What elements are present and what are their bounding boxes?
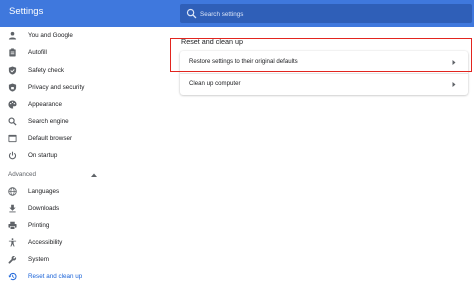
sidebar-item-appearance[interactable]: Appearance <box>0 97 165 112</box>
sidebar-item-system[interactable]: System <box>0 252 165 267</box>
row-label: Clean up computer <box>189 80 241 87</box>
row-label: Restore settings to their original defau… <box>189 58 298 65</box>
restore-icon <box>8 272 17 281</box>
sidebar-item-label: On startup <box>28 151 58 159</box>
accessibility-icon <box>8 238 17 247</box>
sidebar-item-default-browser[interactable]: Default browser <box>0 131 165 146</box>
sidebar-item-label: Appearance <box>28 100 62 108</box>
sidebar-item-privacy-and-security[interactable]: Privacy and security <box>0 80 165 95</box>
sidebar-item-label: Default browser <box>28 134 73 142</box>
sidebar-item-printing[interactable]: Printing <box>0 218 165 233</box>
sidebar-item-search-engine[interactable]: Search engine <box>0 114 165 129</box>
sidebar-item-label: Privacy and security <box>28 83 85 91</box>
caret-up-icon[interactable] <box>91 173 97 177</box>
chevron-right-icon <box>452 59 456 65</box>
sidebar-item-on-startup[interactable]: On startup <box>0 148 165 163</box>
clean-up-computer-row[interactable]: Clean up computer <box>180 73 468 95</box>
sidebar-item-label: Printing <box>28 221 50 229</box>
shield-lock-icon <box>8 83 17 92</box>
shield-check-icon <box>8 66 17 75</box>
sidebar-item-reset-and-clean-up[interactable]: Reset and clean up <box>0 269 165 284</box>
clipboard-icon <box>9 48 16 57</box>
power-icon <box>8 151 17 160</box>
sidebar: You and Google Autofill Safety check Pri… <box>0 27 165 285</box>
download-icon <box>9 204 16 213</box>
globe-icon <box>8 187 17 196</box>
sidebar-item-languages[interactable]: Languages <box>0 184 165 199</box>
person-icon <box>8 31 17 40</box>
sidebar-item-label: Safety check <box>28 66 65 74</box>
sidebar-item-autofill[interactable]: Autofill <box>0 45 165 60</box>
search-icon <box>8 117 17 126</box>
section-title: Reset and clean up <box>181 37 243 46</box>
printer-icon <box>8 221 17 230</box>
sidebar-item-label: Downloads <box>28 204 60 212</box>
palette-icon <box>8 100 17 109</box>
sidebar-item-downloads[interactable]: Downloads <box>0 201 165 216</box>
sidebar-item-label: Languages <box>28 187 60 195</box>
sidebar-item-accessibility[interactable]: Accessibility <box>0 235 165 250</box>
settings-header: Settings <box>0 0 474 27</box>
sidebar-item-label: You and Google <box>28 31 73 39</box>
search-icon <box>186 8 197 19</box>
browser-window-icon <box>8 134 17 143</box>
search-input[interactable] <box>200 8 460 20</box>
reset-card: Restore settings to their original defau… <box>180 51 468 95</box>
sidebar-item-label: Autofill <box>28 48 47 56</box>
sidebar-item-safety-check[interactable]: Safety check <box>0 63 165 78</box>
wrench-icon <box>8 255 17 264</box>
restore-settings-row[interactable]: Restore settings to their original defau… <box>180 51 468 73</box>
sidebar-item-label: Search engine <box>28 117 69 125</box>
sidebar-item-label: Accessibility <box>28 238 63 246</box>
advanced-section-label[interactable]: Advanced <box>8 171 36 178</box>
sidebar-item-label: Reset and clean up <box>28 272 83 280</box>
search-box[interactable] <box>180 4 472 23</box>
page-title: Settings <box>9 6 44 17</box>
sidebar-item-label: System <box>28 255 49 263</box>
sidebar-item-you-and-google[interactable]: You and Google <box>0 28 165 43</box>
chevron-right-icon <box>452 81 456 87</box>
